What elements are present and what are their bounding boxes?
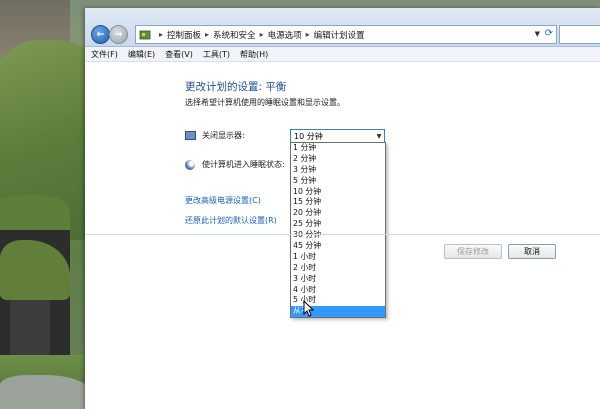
- search-input[interactable]: [559, 25, 600, 44]
- option-5-min[interactable]: 5 分钟: [291, 176, 385, 187]
- page-subtitle: 选择希望计算机使用的睡眠设置和显示设置。: [185, 98, 345, 107]
- option-2-min[interactable]: 2 分钟: [291, 154, 385, 165]
- control-panel-icon: [139, 30, 151, 39]
- wallpaper-rocks: [0, 375, 90, 409]
- display-icon: [185, 131, 196, 140]
- footer-divider: [85, 234, 600, 235]
- option-20-min[interactable]: 20 分钟: [291, 208, 385, 219]
- title-bar: ← → ▸ 控制面板 ▸ 系统和安全 ▸ 电源选项 ▸ 编辑计划设置 ▼ ⟳: [85, 8, 600, 47]
- address-dropdown-icon[interactable]: ▼: [535, 30, 540, 38]
- sleep-label: 使计算机进入睡眠状态:: [202, 160, 285, 169]
- advanced-power-settings-link[interactable]: 更改高级电源设置(C): [185, 195, 261, 206]
- option-10-min[interactable]: 10 分钟: [291, 187, 385, 198]
- breadcrumb-separator: ▸: [159, 30, 164, 39]
- option-4-hour[interactable]: 4 小时: [291, 285, 385, 296]
- breadcrumb-power-options[interactable]: 电源选项: [268, 29, 302, 41]
- option-45-min[interactable]: 45 分钟: [291, 241, 385, 252]
- breadcrumb-separator: ▸: [305, 30, 310, 39]
- menu-bar: 文件(F) 编辑(E) 查看(V) 工具(T) 帮助(H): [85, 47, 600, 62]
- chevron-down-icon[interactable]: ▼: [374, 133, 384, 140]
- option-2-hour[interactable]: 2 小时: [291, 263, 385, 274]
- menu-tools[interactable]: 工具(T): [199, 49, 234, 60]
- main-content: 更改计划的设置: 平衡 选择希望计算机使用的睡眠设置和显示设置。 关闭显示器: …: [85, 62, 600, 409]
- menu-file[interactable]: 文件(F): [87, 49, 122, 60]
- breadcrumb-edit-plan[interactable]: 编辑计划设置: [314, 29, 365, 41]
- menu-help[interactable]: 帮助(H): [236, 49, 272, 60]
- refresh-icon[interactable]: ⟳: [545, 28, 553, 39]
- display-off-select-value: 10 分钟: [294, 131, 323, 141]
- menu-view[interactable]: 查看(V): [161, 49, 197, 60]
- breadcrumb-separator: ▸: [259, 30, 264, 39]
- address-bar[interactable]: ▸ 控制面板 ▸ 系统和安全 ▸ 电源选项 ▸ 编辑计划设置 ▼ ⟳: [135, 25, 557, 44]
- forward-arrow-icon[interactable]: →: [109, 25, 128, 44]
- breadcrumb-control-panel[interactable]: 控制面板: [167, 29, 201, 41]
- save-button[interactable]: 保存修改: [444, 244, 502, 259]
- option-15-min[interactable]: 15 分钟: [291, 197, 385, 208]
- option-30-min[interactable]: 30 分钟: [291, 230, 385, 241]
- restore-defaults-link[interactable]: 还原此计划的默认设置(R): [185, 215, 277, 226]
- breadcrumb-system-security[interactable]: 系统和安全: [213, 29, 256, 41]
- option-3-hour[interactable]: 3 小时: [291, 274, 385, 285]
- option-25-min[interactable]: 25 分钟: [291, 219, 385, 230]
- back-arrow-icon[interactable]: ←: [91, 25, 110, 44]
- display-off-select[interactable]: 10 分钟 ▼: [290, 129, 385, 143]
- cancel-button[interactable]: 取消: [508, 244, 556, 259]
- page-title: 更改计划的设置: 平衡: [185, 81, 287, 93]
- option-1-hour[interactable]: 1 小时: [291, 252, 385, 263]
- option-3-min[interactable]: 3 分钟: [291, 165, 385, 176]
- option-1-min[interactable]: 1 分钟: [291, 143, 385, 154]
- breadcrumb-separator: ▸: [205, 30, 210, 39]
- wallpaper-grass-roof: [0, 195, 70, 235]
- menu-edit[interactable]: 编辑(E): [124, 49, 159, 60]
- display-off-dropdown-list: 1 分钟 2 分钟 3 分钟 5 分钟 10 分钟 15 分钟 20 分钟 25…: [290, 142, 386, 319]
- control-panel-window: ← → ▸ 控制面板 ▸ 系统和安全 ▸ 电源选项 ▸ 编辑计划设置 ▼ ⟳ 文…: [85, 8, 600, 409]
- sleep-moon-icon: [185, 160, 195, 170]
- mouse-cursor-icon: [303, 300, 315, 317]
- display-off-label: 关闭显示器:: [202, 131, 245, 140]
